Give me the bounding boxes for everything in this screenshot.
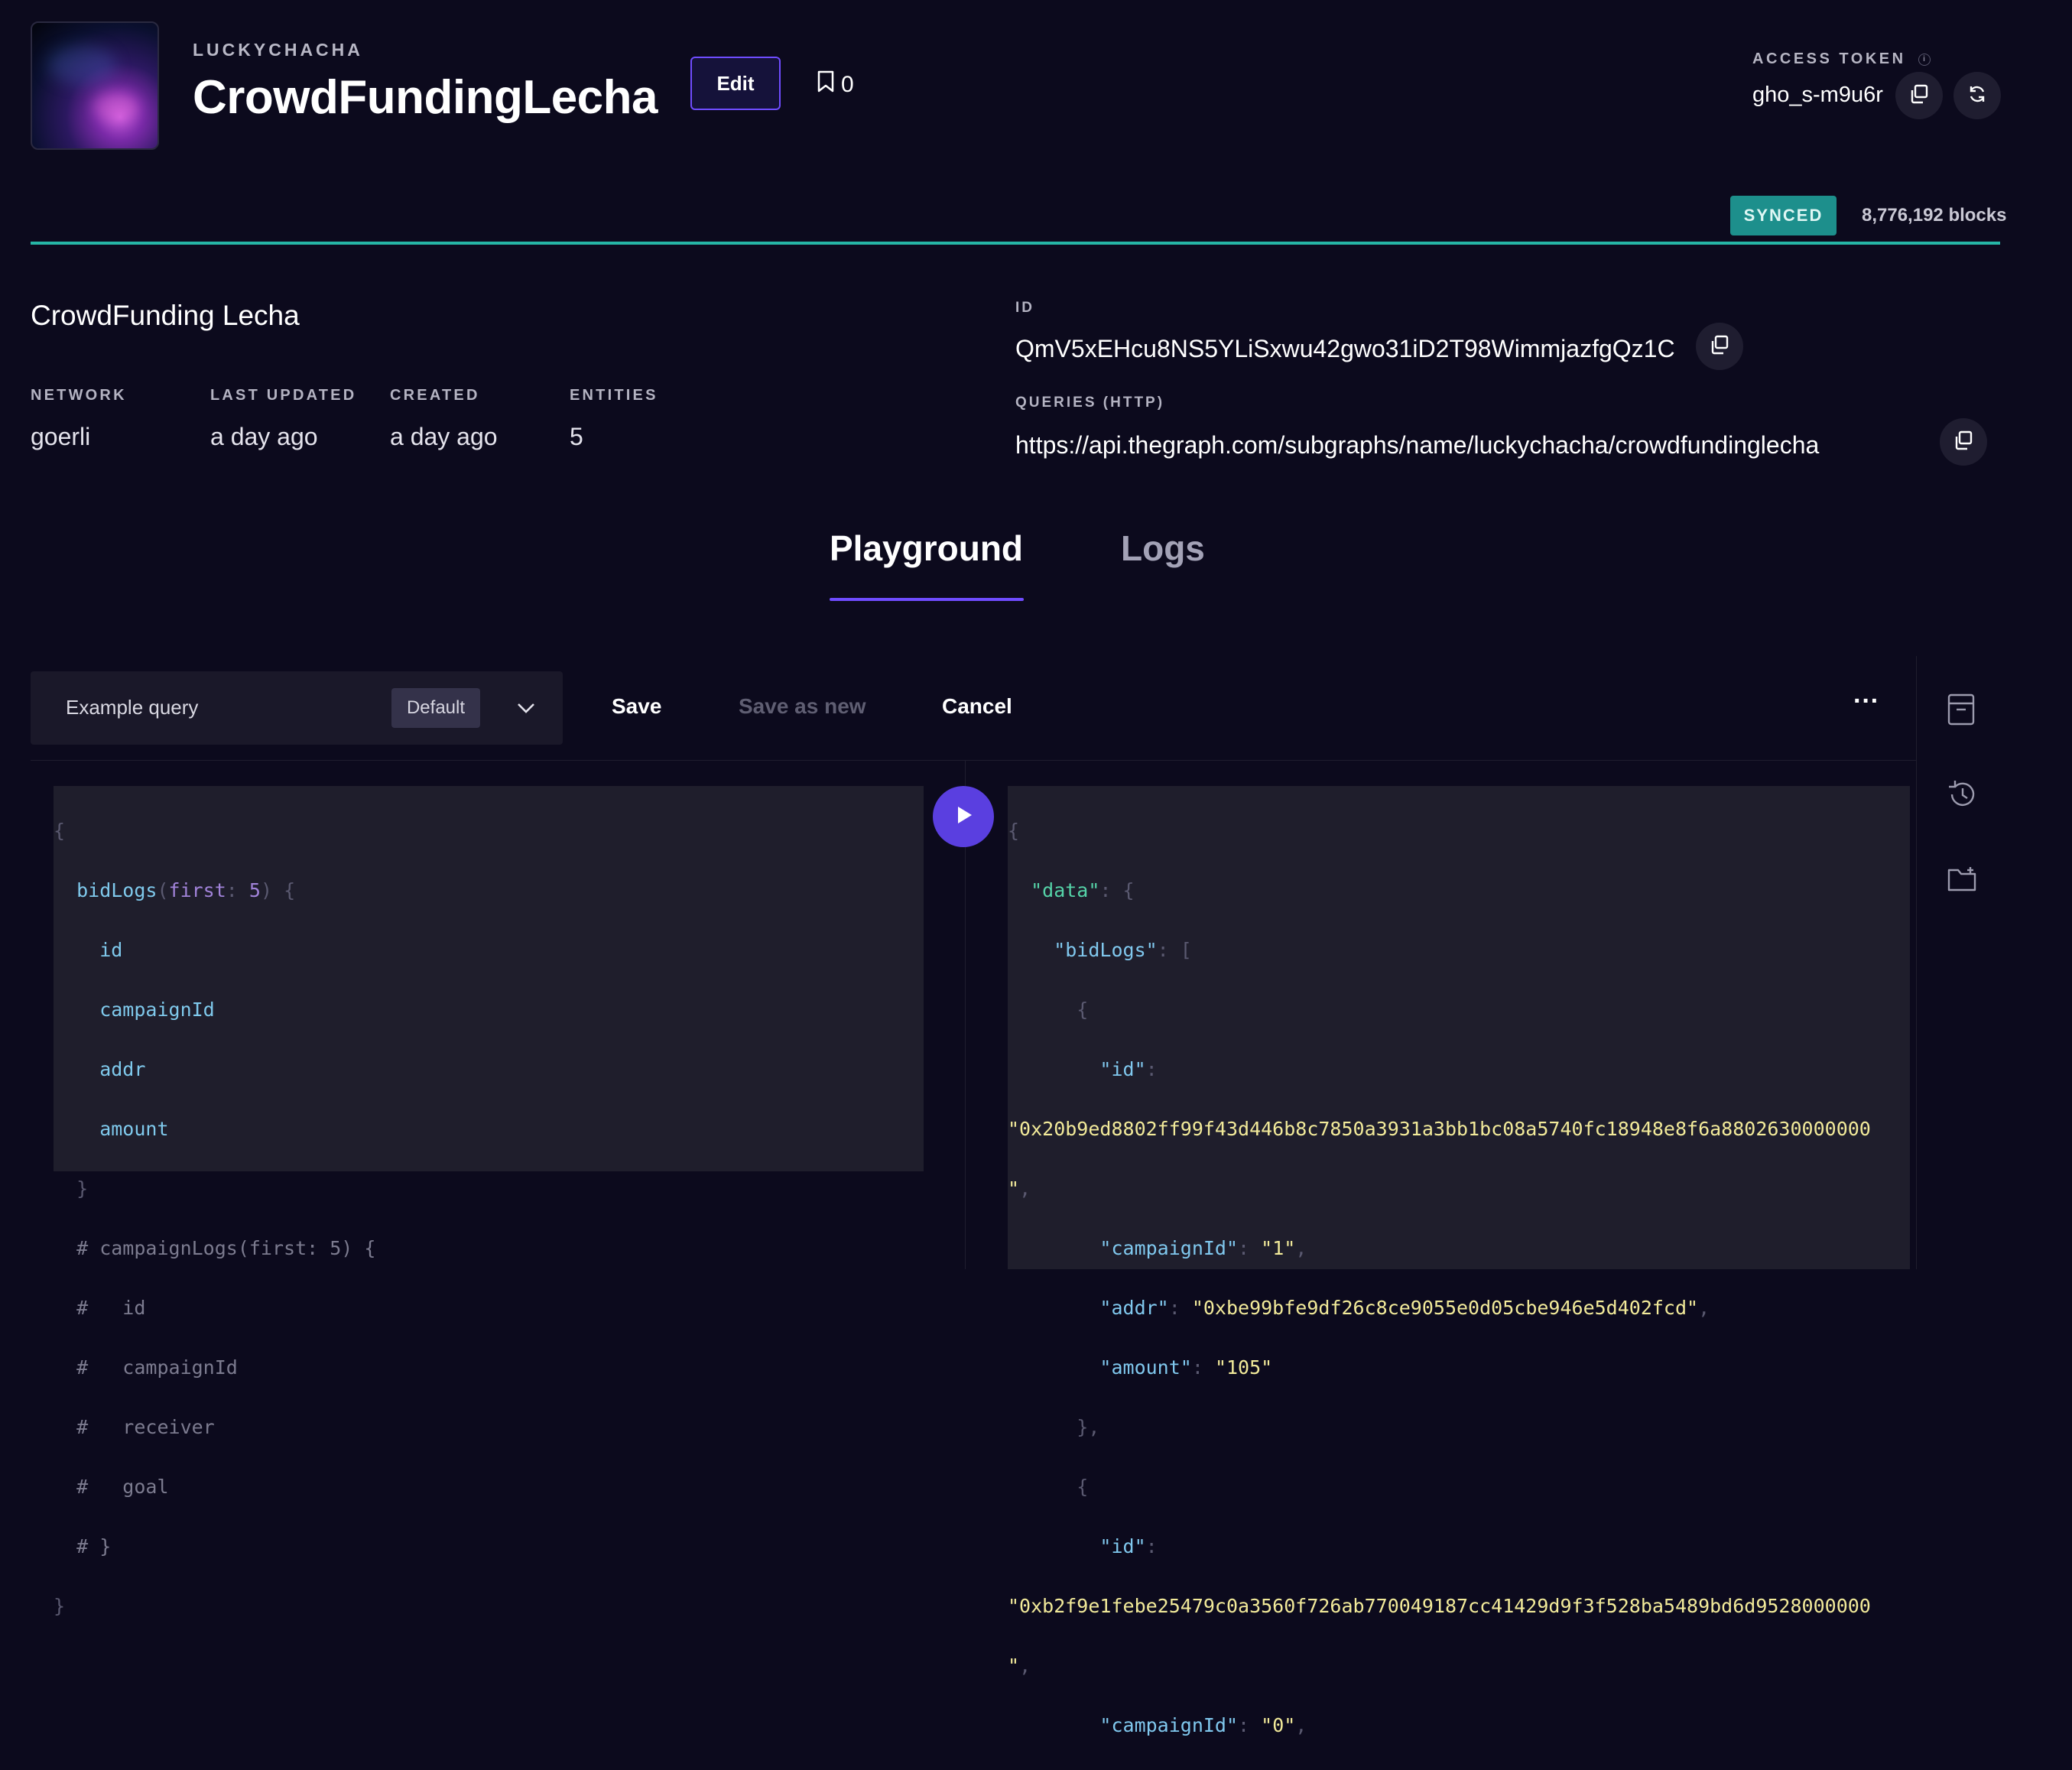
code-line: bidLogs(first: 5) {: [54, 879, 296, 901]
info-icon[interactable]: i: [1918, 53, 1931, 66]
access-token-value: gho_s-m9u6r: [1752, 83, 1883, 107]
copy-token-button[interactable]: [1895, 72, 1943, 119]
query-name[interactable]: Example query: [66, 696, 198, 719]
code-line: {: [54, 820, 66, 842]
cancel-button[interactable]: Cancel: [942, 694, 1012, 719]
copy-id-button[interactable]: [1696, 323, 1743, 370]
docs-icon[interactable]: [1946, 693, 1976, 730]
code-line: amount: [54, 1118, 169, 1140]
code-line: # }: [54, 1535, 112, 1557]
queries-url: https://api.thegraph.com/subgraphs/name/…: [1015, 431, 1820, 459]
result-line: "data": {: [1008, 879, 1135, 901]
copy-icon: [1709, 334, 1730, 359]
chevron-down-icon[interactable]: [511, 693, 541, 727]
history-icon[interactable]: [1946, 778, 1978, 814]
code-line: }: [54, 1177, 89, 1200]
code-line: # id: [54, 1297, 146, 1319]
result-line: ",: [1008, 1177, 1031, 1200]
created-value: a day ago: [390, 423, 498, 450]
edit-button[interactable]: Edit: [690, 57, 781, 110]
add-folder-icon[interactable]: [1946, 864, 1978, 898]
copy-url-button[interactable]: [1940, 418, 1987, 466]
last-updated-value: a day ago: [210, 423, 318, 450]
refresh-icon: [1966, 83, 1988, 109]
copy-icon: [1908, 83, 1930, 109]
result-line: "campaignId": "1",: [1008, 1237, 1307, 1259]
query-code[interactable]: { bidLogs(first: 5) { id campaignId addr…: [54, 786, 375, 1651]
network-label: NETWORK: [31, 387, 127, 404]
bookmark-count: 0: [841, 72, 854, 97]
deployment-id: QmV5xEHcu8NS5YLiSxwu42gwo31iD2T98Wimmjaz…: [1015, 335, 1675, 362]
entities-label: ENTITIES: [570, 387, 658, 404]
created-label: CREATED: [390, 387, 480, 404]
result-line: "amount": "105": [1008, 1356, 1273, 1379]
result-line: {: [1008, 999, 1089, 1021]
page-title: CrowdFundingLecha: [193, 71, 658, 124]
run-query-button[interactable]: [933, 786, 994, 847]
result-line: "0xb2f9e1febe25479c0a3560f726ab770049187…: [1008, 1595, 1871, 1617]
bookmark-button[interactable]: 0: [817, 70, 854, 99]
access-token-label: ACCESS TOKEN i: [1752, 50, 1931, 68]
owner-name[interactable]: LUCKYCHACHA: [193, 40, 363, 60]
code-line: }: [54, 1595, 66, 1617]
result-line: "addr": "0xbe99bfe9df26c8ce9055e0d05cbe9…: [1008, 1297, 1710, 1319]
copy-icon: [1953, 430, 1974, 455]
save-as-new-button[interactable]: Save as new: [739, 694, 866, 719]
active-tab-indicator: [830, 598, 1024, 601]
network-value: goerli: [31, 423, 91, 450]
code-line: # campaignId: [54, 1356, 238, 1379]
default-badge: Default: [391, 688, 480, 728]
code-line: # campaignLogs(first: 5) {: [54, 1237, 376, 1259]
side-rail-divider: [1916, 656, 1917, 1269]
save-button[interactable]: Save: [612, 694, 661, 719]
bookmark-icon: [817, 70, 835, 99]
result-code: { "data": { "bidLogs": [ { "id": "0x20b9…: [1008, 786, 1871, 1770]
result-line: {: [1008, 1476, 1089, 1498]
tab-logs[interactable]: Logs: [1121, 528, 1205, 569]
more-icon[interactable]: ···: [1853, 687, 1879, 716]
queries-label: QUERIES (HTTP): [1015, 395, 1165, 411]
tab-playground[interactable]: Playground: [830, 528, 1023, 569]
regenerate-token-button[interactable]: [1953, 72, 2001, 119]
code-line: # goal: [54, 1476, 169, 1498]
entities-value: 5: [570, 423, 583, 450]
block-count: 8,776,192 blocks: [1862, 205, 2007, 226]
toolbar-divider: [31, 760, 1916, 761]
subgraph-display-name: CrowdFunding Lecha: [31, 300, 300, 331]
id-label: ID: [1015, 300, 1034, 316]
result-line: ",: [1008, 1655, 1031, 1677]
play-icon: [952, 804, 975, 830]
result-line: },: [1008, 1416, 1100, 1438]
code-line: # receiver: [54, 1416, 215, 1438]
result-line: "id":: [1008, 1058, 1158, 1080]
code-line: addr: [54, 1058, 146, 1080]
access-token-label-text: ACCESS TOKEN: [1752, 50, 1906, 67]
result-line: "id":: [1008, 1535, 1158, 1557]
result-line: {: [1008, 820, 1020, 842]
last-updated-label: LAST UPDATED: [210, 387, 357, 404]
result-line: "0x20b9ed8802ff99f43d446b8c7850a3931a3bb…: [1008, 1118, 1871, 1140]
result-line: "campaignId": "0",: [1008, 1714, 1307, 1736]
result-line: "bidLogs": [: [1008, 939, 1192, 961]
subgraph-avatar: [31, 21, 159, 150]
code-line: campaignId: [54, 999, 215, 1021]
code-line: id: [54, 939, 123, 961]
sync-progress-bar: [31, 242, 2000, 245]
synced-badge: SYNCED: [1730, 196, 1837, 235]
